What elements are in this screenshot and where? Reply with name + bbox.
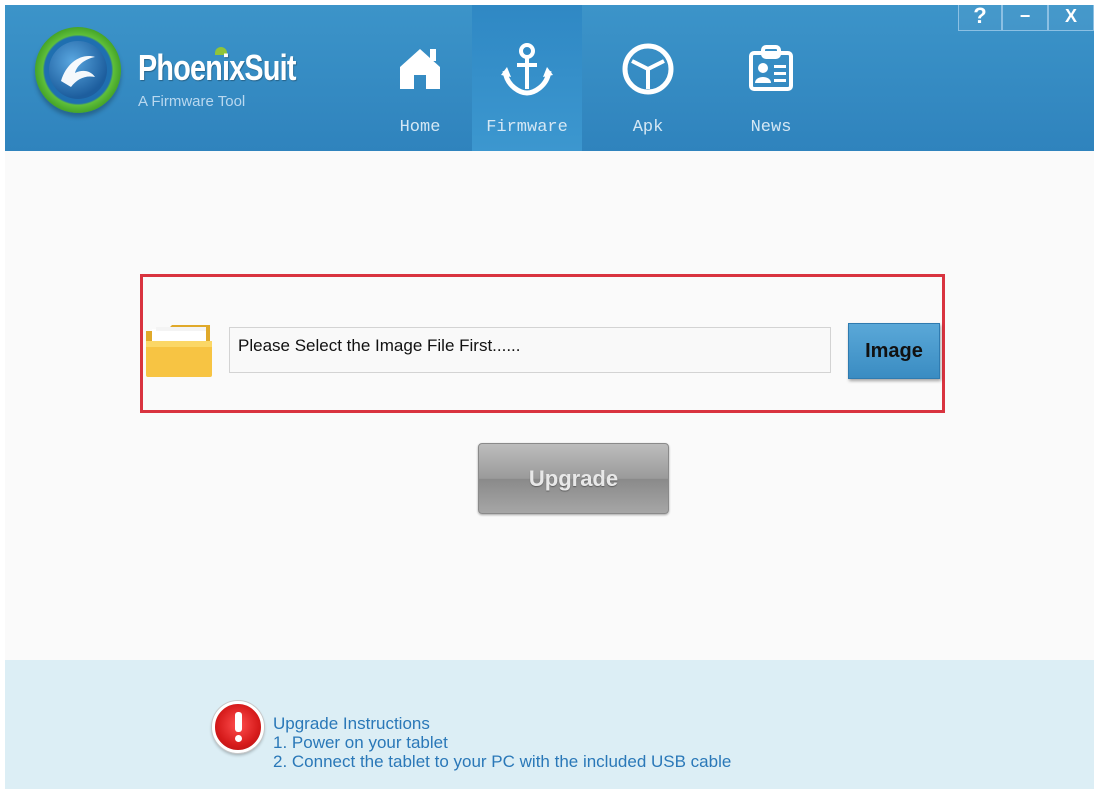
phoenixsuit-logo-icon: [35, 27, 121, 113]
folder-icon[interactable]: [144, 323, 214, 379]
anchor-icon: [501, 43, 553, 96]
instruction-step: 2. Connect the tablet to your PC with th…: [273, 752, 732, 771]
instruction-step: 1. Power on your tablet: [273, 733, 448, 752]
help-button[interactable]: ?: [958, 5, 1002, 31]
news-badge-icon: [749, 45, 793, 91]
nav-home-label: Home: [399, 118, 441, 137]
nav-news-label: News: [750, 118, 792, 137]
window-controls: ? − X: [958, 5, 1094, 31]
nav-apk[interactable]: Apk: [600, 5, 696, 151]
minimize-button[interactable]: −: [1002, 5, 1048, 31]
instructions-panel: Upgrade Instructions 1. Power on your ta…: [5, 660, 1094, 789]
apk-box-icon: [622, 43, 674, 95]
select-image-button[interactable]: Image: [848, 323, 940, 379]
app-subtitle: A Firmware Tool: [138, 93, 246, 110]
upgrade-instructions: Upgrade Instructions 1. Power on your ta…: [273, 714, 731, 771]
nav-apk-label: Apk: [632, 118, 664, 137]
close-button[interactable]: X: [1048, 5, 1094, 31]
nav-firmware-label: Firmware: [486, 118, 568, 137]
header-bar: PhoenixSuit A Firmware Tool Home Firmwar…: [5, 5, 1094, 151]
nav-news[interactable]: News: [723, 5, 819, 151]
alert-exclamation-icon: [212, 701, 264, 753]
upgrade-button[interactable]: Upgrade: [478, 443, 669, 514]
image-path-field[interactable]: Please Select the Image File First......: [229, 327, 831, 373]
app-name: PhoenixSuit: [138, 47, 296, 88]
nav-home[interactable]: Home: [372, 5, 468, 151]
home-icon: [400, 49, 440, 89]
phoenixsuit-window: PhoenixSuit A Firmware Tool Home Firmwar…: [5, 5, 1094, 789]
instructions-title: Upgrade Instructions: [273, 714, 430, 733]
nav-firmware[interactable]: Firmware: [472, 5, 582, 151]
